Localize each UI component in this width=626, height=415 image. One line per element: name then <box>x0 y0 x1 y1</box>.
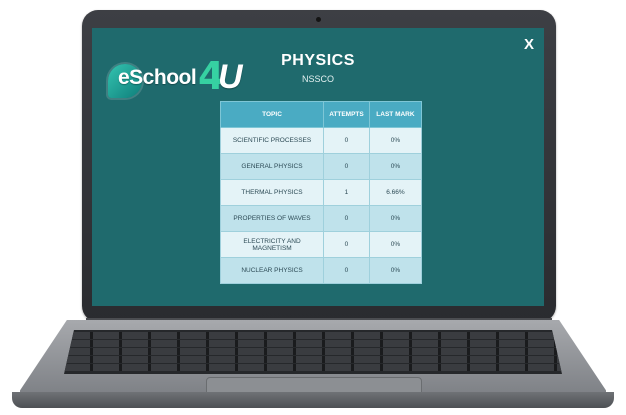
close-button[interactable]: X <box>524 36 534 53</box>
last-mark-cell: 6.66% <box>368 179 423 206</box>
table-row[interactable]: SCIENTIFIC PROCESSES 0 0% <box>219 127 423 154</box>
table-row[interactable]: THERMAL PHYSICS 1 6.66% <box>219 179 423 206</box>
keyboard-row <box>64 364 562 371</box>
topic-cell: NUCLEAR PHYSICS <box>219 257 325 284</box>
table-row[interactable]: GENERAL PHYSICS 0 0% <box>219 153 423 180</box>
topic-cell: PROPERTIES OF WAVES <box>219 205 325 232</box>
last-mark-cell: 0% <box>368 205 423 232</box>
page-title: PHYSICS <box>281 52 355 69</box>
webcam <box>316 17 321 22</box>
attempts-cell: 0 <box>323 231 370 258</box>
attempts-cell: 0 <box>323 205 370 232</box>
attempts-cell: 0 <box>323 153 370 180</box>
laptop-keyboard <box>64 330 562 374</box>
last-mark-cell: 0% <box>368 153 423 180</box>
column-header-attempts: ATTEMPTS <box>323 101 370 128</box>
keyboard-row <box>64 332 562 339</box>
table-header-row: TOPIC ATTEMPTS LAST MARK <box>219 101 423 128</box>
topic-cell: SCIENTIFIC PROCESSES <box>219 127 325 154</box>
attempts-cell: 1 <box>323 179 370 206</box>
page-subtitle: NSSCO <box>301 74 334 84</box>
keyboard-row <box>64 356 562 363</box>
table-row[interactable]: ELECTRICITY AND MAGNETISM 0 0% <box>219 231 423 258</box>
attempts-cell: 0 <box>323 127 370 154</box>
last-mark-cell: 0% <box>368 231 423 258</box>
last-mark-cell: 0% <box>368 257 423 284</box>
table-row[interactable]: PROPERTIES OF WAVES 0 0% <box>219 205 423 232</box>
app-screen: eSchool 4 U X PHYSICS NSSCO TOPIC ATTEMP… <box>92 28 544 306</box>
table-row[interactable]: NUCLEAR PHYSICS 0 0% <box>219 257 423 284</box>
laptop-front-edge <box>12 392 614 408</box>
topic-cell: ELECTRICITY AND MAGNETISM <box>219 231 325 258</box>
attempts-cell: 0 <box>323 257 370 284</box>
last-mark-cell: 0% <box>368 127 423 154</box>
topic-cell: GENERAL PHYSICS <box>219 153 325 180</box>
topics-table: TOPIC ATTEMPTS LAST MARK SCIENTIFIC PROC… <box>219 101 423 284</box>
topic-cell: THERMAL PHYSICS <box>219 179 325 206</box>
column-header-topic: TOPIC <box>219 101 325 128</box>
keyboard-row <box>64 348 562 355</box>
keyboard-row <box>64 340 562 347</box>
column-header-last-mark: LAST MARK <box>368 101 423 128</box>
